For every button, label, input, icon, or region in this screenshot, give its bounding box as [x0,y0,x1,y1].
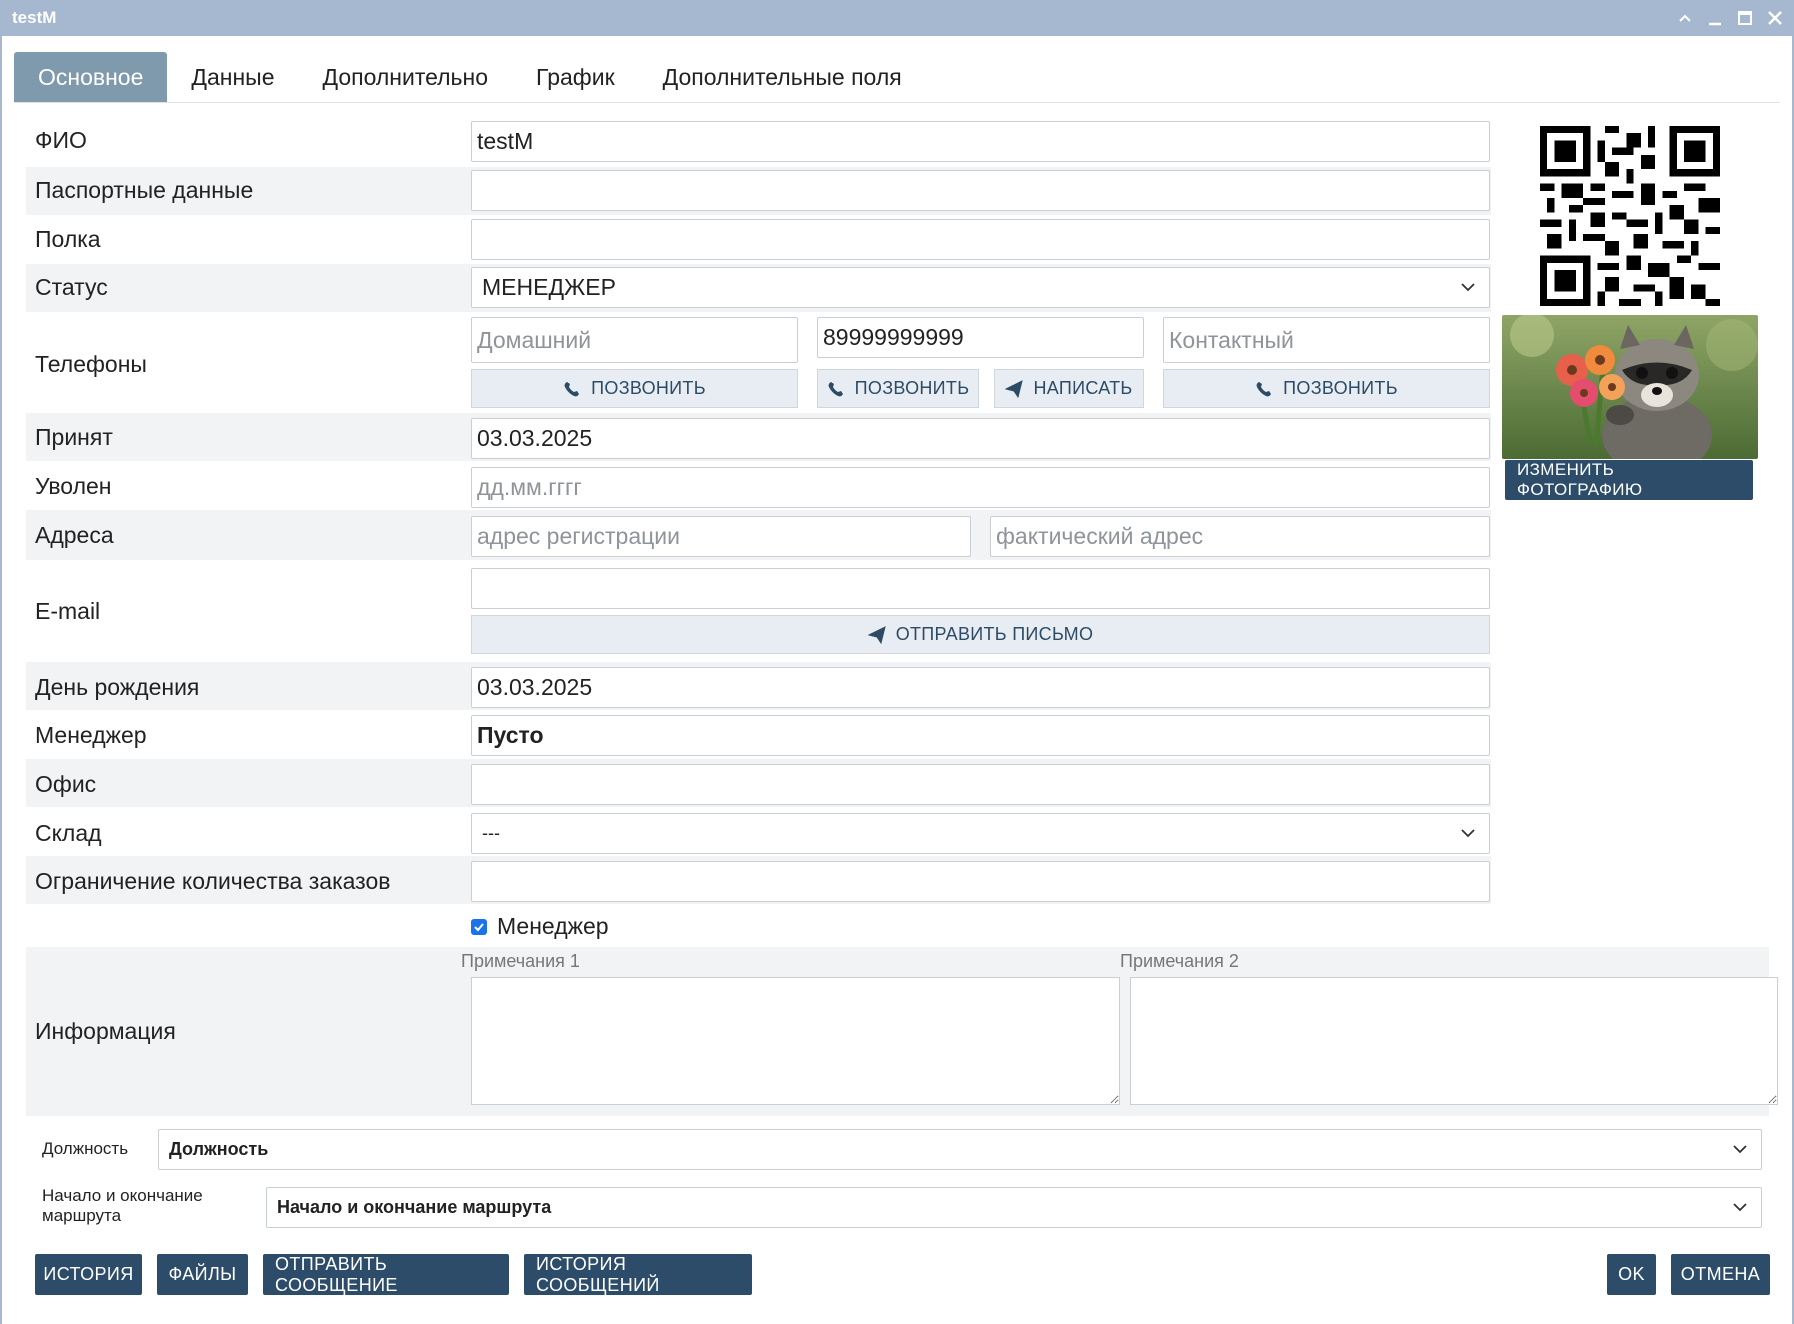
maximize-icon[interactable] [1732,5,1758,31]
position-label: Должность [42,1139,129,1158]
route-value: Начало и окончание маршрута [277,1197,552,1217]
call-home-label: ПОЗВОНИТЬ [591,378,706,398]
send-message-button[interactable]: ОТПРАВИТЬ СООБЩЕНИЕ [263,1254,509,1295]
birthday-input[interactable]: 03.03.2025 [471,667,1490,708]
fio-label: ФИО [35,127,87,153]
call-mobile-button[interactable]: ПОЗВОНИТЬ [817,369,979,408]
history-button[interactable]: ИСТОРИЯ [35,1254,142,1295]
passport-label: Паспортные данные [35,177,254,203]
window-title: testM [12,8,57,27]
tab-main[interactable]: Основное [14,52,168,102]
warehouse-label: Склад [35,820,102,846]
phone-icon [1256,381,1272,396]
call-mobile-label: ПОЗВОНИТЬ [854,378,970,398]
call-contact-button[interactable]: ПОЗВОНИТЬ [1163,369,1490,408]
email-input[interactable] [471,568,1490,609]
employee-photo [1502,315,1758,459]
tab-bar: Основное Данные Дополнительно График Доп… [14,52,926,102]
phone-icon [564,381,580,396]
chevron-down-icon [1733,1203,1747,1212]
tab-divider [14,102,1780,103]
message-history-button[interactable]: ИСТОРИЯ СООБЩЕНИЙ [524,1254,752,1295]
mobile-phone-input[interactable]: 89999999999 [817,317,1144,358]
warehouse-select[interactable]: --- [471,813,1490,854]
send-email-label: ОТПРАВИТЬ ПИСЬМО [895,624,1094,644]
window-titlebar[interactable]: testM [0,0,1794,36]
notes2-textarea[interactable] [1130,977,1778,1105]
files-button[interactable]: ФАЙЛЫ [157,1254,248,1295]
birthday-label: День рождения [35,674,200,700]
shelf-label: Полка [35,226,101,252]
manager-input[interactable]: Пусто [471,715,1490,756]
manager-checkbox[interactable] [471,918,487,935]
contact-phone-input[interactable]: Контактный [1163,317,1490,363]
write-mobile-label: НАПИСАТЬ [1033,378,1133,398]
status-value: МЕНЕДЖЕР [482,274,616,300]
fio-input[interactable]: testM [471,121,1490,162]
addresses-label: Адреса [35,522,114,548]
tab-additional[interactable]: Дополнительно [299,52,513,102]
fired-label: Уволен [35,473,112,499]
manager-checkbox-row: Менеджер [471,913,609,940]
order-limit-label: Ограничение количества заказов [35,868,391,894]
notes1-label: Примечания 1 [461,951,580,971]
chevron-down-icon [1461,829,1475,838]
check-icon [474,922,484,931]
email-label: E-mail [35,598,101,624]
route-select[interactable]: Начало и окончание маршрута [266,1187,1762,1228]
position-select[interactable]: Должность [158,1129,1762,1170]
window-controls [1672,0,1788,36]
info-label: Информация [35,1018,176,1044]
tab-schedule[interactable]: График [512,52,639,102]
tab-data[interactable]: Данные [167,52,298,102]
send-email-button[interactable]: ОТПРАВИТЬ ПИСЬМО [471,615,1490,654]
route-label: Начало и окончание маршрута [42,1186,203,1225]
ok-button[interactable]: OK [1607,1254,1656,1295]
cancel-button[interactable]: ОТМЕНА [1671,1254,1770,1295]
notes1-textarea[interactable] [471,977,1120,1105]
change-photo-button[interactable]: ИЗМЕНИТЬ ФОТОГРАФИЮ [1505,460,1753,500]
paper-plane-icon [867,625,886,644]
office-label: Офис [35,771,97,797]
home-phone-input[interactable]: Домашний [471,317,798,363]
minimize-icon[interactable] [1702,5,1728,31]
warehouse-value: --- [482,823,500,843]
hired-date-input[interactable]: 03.03.2025 [471,418,1490,459]
manager-checkbox-label: Менеджер [497,913,609,939]
call-contact-label: ПОЗВОНИТЬ [1283,378,1398,398]
phone-icon [828,381,843,396]
employee-dialog: testM Основное Данные Дополнительно Граф… [0,0,1794,1324]
fired-date-input[interactable]: дд.мм.гггг [471,467,1490,508]
paper-plane-icon [1005,379,1024,398]
chevron-down-icon [1461,283,1475,292]
notes2-label: Примечания 2 [1120,951,1239,971]
raccoon-photo-image [1502,315,1758,459]
manager-label: Менеджер [35,722,147,748]
actual-address-input[interactable]: фактический адрес [990,516,1490,557]
call-home-button[interactable]: ПОЗВОНИТЬ [471,369,798,408]
status-label: Статус [35,274,108,300]
order-limit-input[interactable] [471,861,1490,902]
passport-input[interactable] [471,170,1490,211]
position-value: Должность [169,1139,269,1159]
close-icon[interactable] [1762,5,1788,31]
window-border-left [0,36,2,1324]
qr-code [1540,126,1720,306]
hired-label: Принят [35,424,113,450]
write-mobile-button[interactable]: НАПИСАТЬ [994,369,1144,408]
status-select[interactable]: МЕНЕДЖЕР [471,267,1490,308]
chevron-down-icon [1733,1145,1747,1154]
shelf-input[interactable] [471,219,1490,260]
tab-extra-fields[interactable]: Дополнительные поля [639,52,926,102]
office-input[interactable] [471,764,1490,805]
registration-address-input[interactable]: адрес регистрации [471,516,971,557]
collapse-icon[interactable] [1672,5,1698,31]
phones-label: Телефоны [35,351,147,377]
